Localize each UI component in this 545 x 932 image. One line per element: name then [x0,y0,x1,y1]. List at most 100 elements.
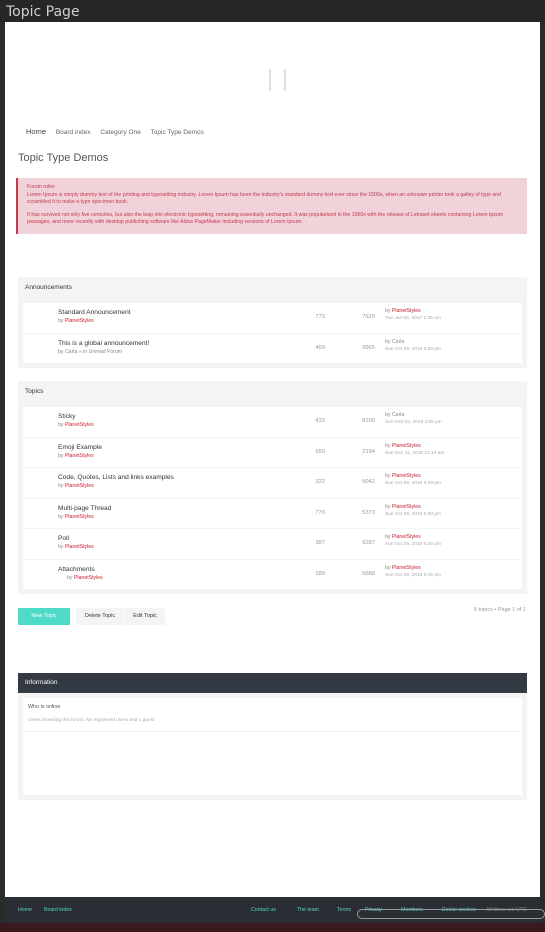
author-link[interactable]: PlanetStyles [74,575,103,581]
forum-rules-text-2: It has survived not only five centuries,… [27,212,504,225]
last-post-date: Sun Dec 11, 2016 12:14 am [385,450,445,456]
views-count: 2194 [362,448,375,455]
topics-list: Sticky by PlanetStyles 433 8100 by Carla… [23,407,522,590]
last-post-by: by PlanetStyles [385,503,421,510]
last-post-date: Sun Oct 09, 2016 6:59 pm [385,481,442,486]
views-count: 9042 [362,479,375,485]
author-link[interactable]: Carla » in Unread Forum [65,349,122,355]
topic-author: by Carla » in Unread Forum [58,348,123,355]
forum-rules-title: Forum rules [27,184,55,190]
topic-title[interactable]: Attachments [58,566,95,573]
last-post-user-link[interactable]: PlanetStyles [392,565,421,571]
information-header: Information [18,673,527,693]
last-post-user-link[interactable]: PlanetStyles [392,308,421,314]
last-post-by: by PlanetStyles [385,473,421,479]
topic-author: by PlanetStyles [58,318,94,324]
topic-title[interactable]: Code, Quotes, Lists and links examples [58,474,174,481]
footer-highlight-ring [357,909,545,919]
who-is-online-title: Who is online [28,704,61,710]
topics-header: Topics [25,388,44,395]
last-post-by: by PlanetStyles [385,308,421,314]
last-post-by: by PlanetStyles [385,534,421,540]
topic-author: by PlanetStyles [58,422,94,428]
last-post-date: Sun Oct 09, 2016 6:45 pm [385,572,442,578]
breadcrumb-category[interactable]: Category One [100,129,140,136]
delete-topic-button[interactable]: Delete Topic [76,608,124,625]
topics-panel: Topics Sticky by PlanetStyles 433 8100 b… [18,381,527,594]
replies-count: 770 [315,509,325,516]
author-link[interactable]: PlanetStyles [65,483,94,489]
topic-title[interactable]: Multi-page Thread [58,505,111,512]
author-link[interactable]: PlanetStyles [65,544,94,550]
bottom-strip [0,923,545,932]
topic-title[interactable]: Poll [58,535,69,542]
last-post-by: by PlanetStyles [385,564,421,571]
topic-title[interactable]: Sticky [58,413,76,420]
forum-page: Home Board index Category One Topic Type… [5,22,540,897]
last-post-by: by Carla [385,338,405,345]
breadcrumb-home[interactable]: Home [26,127,46,136]
replies-count: 433 [315,418,325,424]
author-link[interactable]: PlanetStyles [65,318,94,324]
author-link[interactable]: PlanetStyles [65,453,94,459]
topic-title[interactable]: Standard Announcement [58,309,131,316]
topic-row: Attachments by PlanetStyles 189 5688 by … [23,560,522,590]
topic-title[interactable]: Emoji Example [58,444,102,451]
footer-board-index-link[interactable]: Board index [44,907,72,913]
topic-author: by PlanetStyles [58,513,94,520]
footer-team-link[interactable]: The team [297,907,319,913]
window-titlebar: Topic Page [0,0,545,22]
divider [23,731,522,732]
breadcrumb-board-index[interactable]: Board index [56,129,91,136]
last-post-user-link[interactable]: Carla [392,339,404,345]
information-body: Who is online Users browsing this forum:… [23,698,522,795]
views-count: 9287 [362,540,375,546]
views-count: 5373 [362,509,375,516]
topic-title[interactable]: This is a global announcement! [58,340,149,347]
footer-terms-link[interactable]: Terms [337,907,351,913]
site-footer: Home Board index Contact us The team Ter… [5,897,545,923]
last-post-user-link[interactable]: PlanetStyles [392,534,421,540]
topic-row: Sticky by PlanetStyles 433 8100 by Carla… [23,407,522,438]
author-link[interactable]: PlanetStyles [65,514,94,520]
last-post-date: Sun Oct 09, 2016 5:58 pm [385,346,442,352]
announcements-header: Announcements [25,284,72,291]
last-post-user-link[interactable]: PlanetStyles [392,443,421,449]
views-count: 8100 [362,418,375,424]
last-post-date: Sun Oct 09, 2016 6:50 pm [385,511,442,517]
replies-count: 189 [315,570,325,577]
topic-row: Standard Announcement by PlanetStyles 77… [23,303,522,334]
footer-contact-link[interactable]: Contact us [251,907,276,913]
topic-row: Multi-page Thread by PlanetStyles 770 53… [23,499,522,529]
last-post-date: Sun Feb 03, 2019 3:55 pm [385,420,442,425]
topic-author: by PlanetStyles [58,452,94,459]
topic-row: Code, Quotes, Lists and links examples b… [23,468,522,499]
last-post-user-link[interactable]: PlanetStyles [392,504,421,510]
users-browsing: Users browsing this forum: No registered… [28,718,155,723]
topic-author: by PlanetStyles [58,483,94,489]
page-title[interactable]: Topic Type Demos [18,152,108,164]
topic-author: by PlanetStyles [67,574,103,581]
last-post-date: Sun Oct 09, 2016 6:46 pm [385,542,442,547]
last-post-user-link[interactable]: PlanetStyles [392,473,421,479]
author-link[interactable]: PlanetStyles [65,422,94,428]
replies-count: 469 [315,344,325,351]
topic-row: Emoji Example by PlanetStyles 650 2194 b… [23,438,522,468]
announcements-list: Standard Announcement by PlanetStyles 77… [23,303,522,364]
pagination: 6 topics • Page 1 of 1 [473,607,526,613]
replies-count: 322 [315,479,325,485]
edit-topic-button[interactable]: Edit Topic [125,608,165,625]
new-topic-button[interactable]: New Topic [18,608,70,625]
breadcrumb-forum[interactable]: Topic Type Demos [151,129,204,136]
information-panel: Information Who is online Users browsing… [18,673,527,800]
window-title: Topic Page [6,4,80,20]
last-post-user-link[interactable]: Carla [392,412,404,418]
replies-count: 773 [315,314,325,320]
breadcrumb: Home Board index Category One Topic Type… [26,127,212,136]
topic-author: by PlanetStyles [58,544,94,550]
footer-home-link[interactable]: Home [18,907,32,913]
site-logo[interactable] [264,69,294,91]
forum-rules-box: Forum rules Lorem Ipsum is simply dummy … [16,178,527,234]
last-post-date: Tue Jan 03, 2017 1:36 am [385,316,441,321]
topic-row: Poll by PlanetStyles 387 9287 by PlanetS… [23,529,522,560]
